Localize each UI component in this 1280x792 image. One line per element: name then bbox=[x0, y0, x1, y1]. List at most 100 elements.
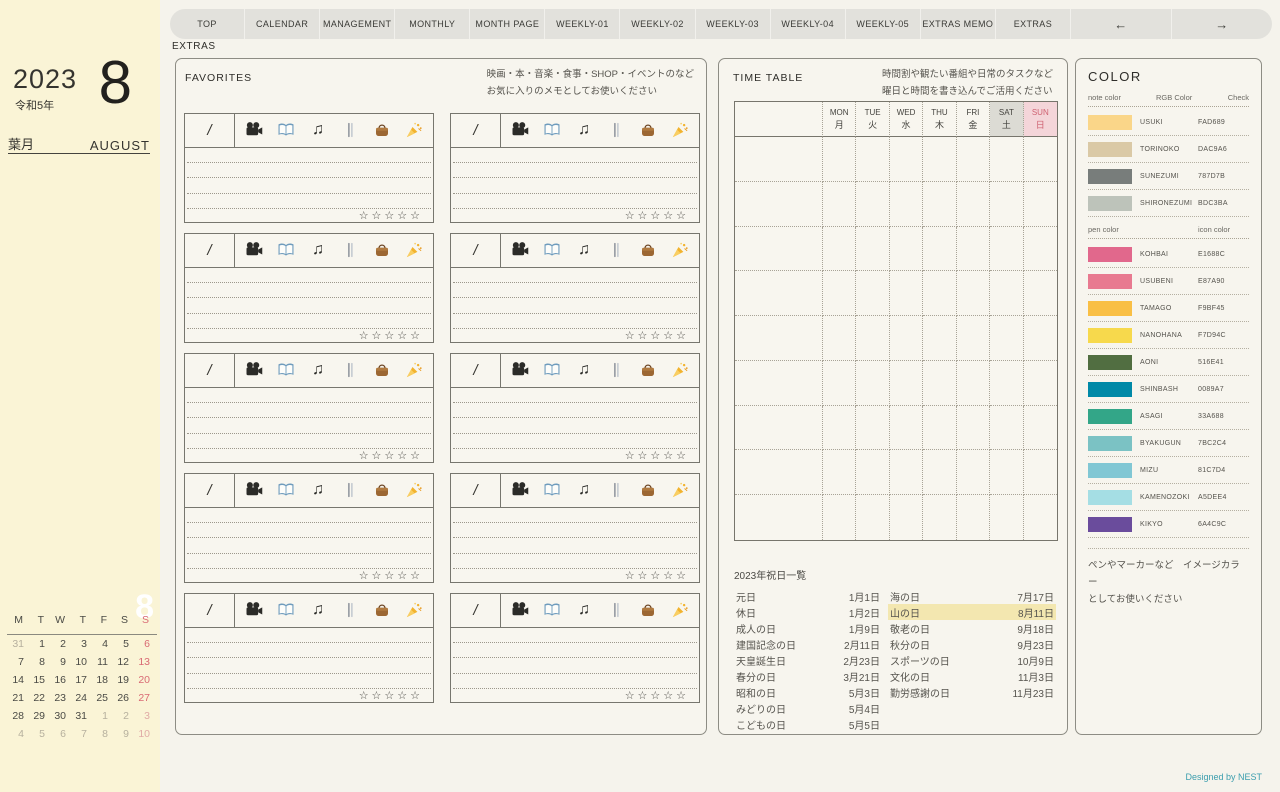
movie-camera-icon[interactable] bbox=[245, 361, 263, 379]
color-swatch[interactable] bbox=[1088, 196, 1132, 211]
calendar-day[interactable]: 29 bbox=[28, 710, 49, 728]
calendar-day[interactable]: 10 bbox=[133, 728, 154, 746]
memo-ruled-line[interactable] bbox=[187, 314, 431, 329]
timetable-cell[interactable] bbox=[890, 227, 923, 272]
cutlery-icon[interactable] bbox=[341, 361, 359, 379]
timetable-cell[interactable] bbox=[823, 137, 856, 182]
color-swatch[interactable] bbox=[1088, 115, 1132, 130]
music-notes-icon[interactable]: ♫ bbox=[575, 601, 593, 619]
movie-camera-icon[interactable] bbox=[245, 241, 263, 259]
cutlery-icon[interactable] bbox=[607, 601, 625, 619]
party-popper-icon[interactable] bbox=[671, 601, 689, 619]
memo-ruled-line[interactable] bbox=[187, 418, 431, 433]
timetable-cell[interactable] bbox=[735, 271, 823, 316]
cutlery-icon[interactable] bbox=[607, 481, 625, 499]
music-notes-icon[interactable]: ♫ bbox=[575, 121, 593, 139]
nav-tab[interactable]: WEEKLY-04 bbox=[770, 9, 845, 39]
fav-date-slash[interactable]: / bbox=[451, 474, 501, 507]
timetable-cell[interactable] bbox=[823, 450, 856, 495]
cutlery-icon[interactable] bbox=[607, 361, 625, 379]
calendar-day[interactable]: 20 bbox=[133, 674, 154, 692]
timetable-cell[interactable] bbox=[823, 271, 856, 316]
color-swatch[interactable] bbox=[1088, 490, 1132, 505]
memo-ruled-line[interactable] bbox=[453, 178, 697, 193]
timetable-cell[interactable] bbox=[890, 182, 923, 227]
timetable-cell[interactable] bbox=[823, 495, 856, 540]
timetable-cell[interactable] bbox=[957, 271, 990, 316]
music-notes-icon[interactable]: ♫ bbox=[309, 481, 327, 499]
open-book-icon[interactable] bbox=[277, 481, 295, 499]
timetable-cell[interactable] bbox=[923, 271, 956, 316]
color-swatch[interactable] bbox=[1088, 382, 1132, 397]
nav-tab[interactable]: CALENDAR bbox=[244, 9, 319, 39]
cutlery-icon[interactable] bbox=[341, 241, 359, 259]
timetable-cell[interactable] bbox=[923, 227, 956, 272]
memo-ruled-line[interactable] bbox=[187, 283, 431, 298]
calendar-day[interactable]: 12 bbox=[112, 656, 133, 674]
timetable-cell[interactable] bbox=[890, 495, 923, 540]
party-popper-icon[interactable] bbox=[405, 361, 423, 379]
favorite-memo-box[interactable]: / ♫ bbox=[184, 113, 434, 223]
calendar-day[interactable]: 16 bbox=[49, 674, 70, 692]
color-swatch[interactable] bbox=[1088, 142, 1132, 157]
music-notes-icon[interactable]: ♫ bbox=[575, 361, 593, 379]
memo-ruled-line[interactable] bbox=[453, 194, 697, 209]
timetable-cell[interactable] bbox=[856, 227, 889, 272]
color-swatch[interactable] bbox=[1088, 517, 1132, 532]
calendar-day[interactable]: 17 bbox=[70, 674, 91, 692]
calendar-day[interactable]: 5 bbox=[28, 728, 49, 746]
timetable-cell[interactable] bbox=[923, 406, 956, 451]
timetable-cell[interactable] bbox=[1024, 271, 1057, 316]
memo-ruled-line[interactable] bbox=[453, 523, 697, 538]
timetable-cell[interactable] bbox=[923, 450, 956, 495]
calendar-day[interactable]: 8 bbox=[28, 656, 49, 674]
open-book-icon[interactable] bbox=[543, 601, 561, 619]
cutlery-icon[interactable] bbox=[341, 481, 359, 499]
timetable-cell[interactable] bbox=[990, 450, 1023, 495]
calendar-day[interactable]: 1 bbox=[28, 638, 49, 656]
handbag-icon[interactable] bbox=[639, 241, 657, 259]
memo-ruled-line[interactable] bbox=[453, 388, 697, 403]
timetable-cell[interactable] bbox=[1024, 227, 1057, 272]
timetable-cell[interactable] bbox=[823, 361, 856, 406]
timetable-cell[interactable] bbox=[856, 271, 889, 316]
handbag-icon[interactable] bbox=[639, 121, 657, 139]
memo-ruled-line[interactable] bbox=[187, 163, 431, 178]
open-book-icon[interactable] bbox=[543, 481, 561, 499]
movie-camera-icon[interactable] bbox=[511, 121, 529, 139]
nav-tab[interactable]: MANAGEMENT bbox=[319, 9, 394, 39]
nav-tab[interactable]: WEEKLY-01 bbox=[544, 9, 619, 39]
calendar-day[interactable]: 4 bbox=[7, 728, 28, 746]
timetable-cell[interactable] bbox=[1024, 361, 1057, 406]
timetable-cell[interactable] bbox=[957, 182, 990, 227]
memo-ruled-line[interactable] bbox=[187, 643, 431, 658]
timetable-cell[interactable] bbox=[1024, 495, 1057, 540]
favorite-memo-box[interactable]: / ♫ bbox=[184, 473, 434, 583]
music-notes-icon[interactable]: ♫ bbox=[309, 121, 327, 139]
color-swatch[interactable] bbox=[1088, 274, 1132, 289]
handbag-icon[interactable] bbox=[639, 601, 657, 619]
open-book-icon[interactable] bbox=[543, 361, 561, 379]
calendar-day[interactable]: 31 bbox=[7, 638, 28, 656]
movie-camera-icon[interactable] bbox=[245, 601, 263, 619]
color-swatch[interactable] bbox=[1088, 169, 1132, 184]
handbag-icon[interactable] bbox=[639, 361, 657, 379]
nav-tab[interactable]: EXTRAS MEMO bbox=[920, 9, 995, 39]
memo-ruled-line[interactable] bbox=[187, 194, 431, 209]
nav-tab[interactable]: WEEKLY-05 bbox=[845, 9, 920, 39]
timetable-cell[interactable] bbox=[823, 227, 856, 272]
memo-ruled-line[interactable] bbox=[453, 268, 697, 283]
timetable-cell[interactable] bbox=[856, 316, 889, 361]
favorite-memo-box[interactable]: / ♫ bbox=[184, 233, 434, 343]
party-popper-icon[interactable] bbox=[405, 481, 423, 499]
memo-ruled-line[interactable] bbox=[453, 508, 697, 523]
calendar-day[interactable]: 8 bbox=[91, 728, 112, 746]
calendar-day[interactable]: 10 bbox=[70, 656, 91, 674]
timetable-cell[interactable] bbox=[735, 316, 823, 361]
fav-date-slash[interactable]: / bbox=[451, 234, 501, 267]
nav-tab[interactable]: EXTRAS bbox=[995, 9, 1070, 39]
timetable-cell[interactable] bbox=[823, 182, 856, 227]
timetable-cell[interactable] bbox=[735, 495, 823, 540]
open-book-icon[interactable] bbox=[277, 241, 295, 259]
calendar-day[interactable]: 15 bbox=[28, 674, 49, 692]
